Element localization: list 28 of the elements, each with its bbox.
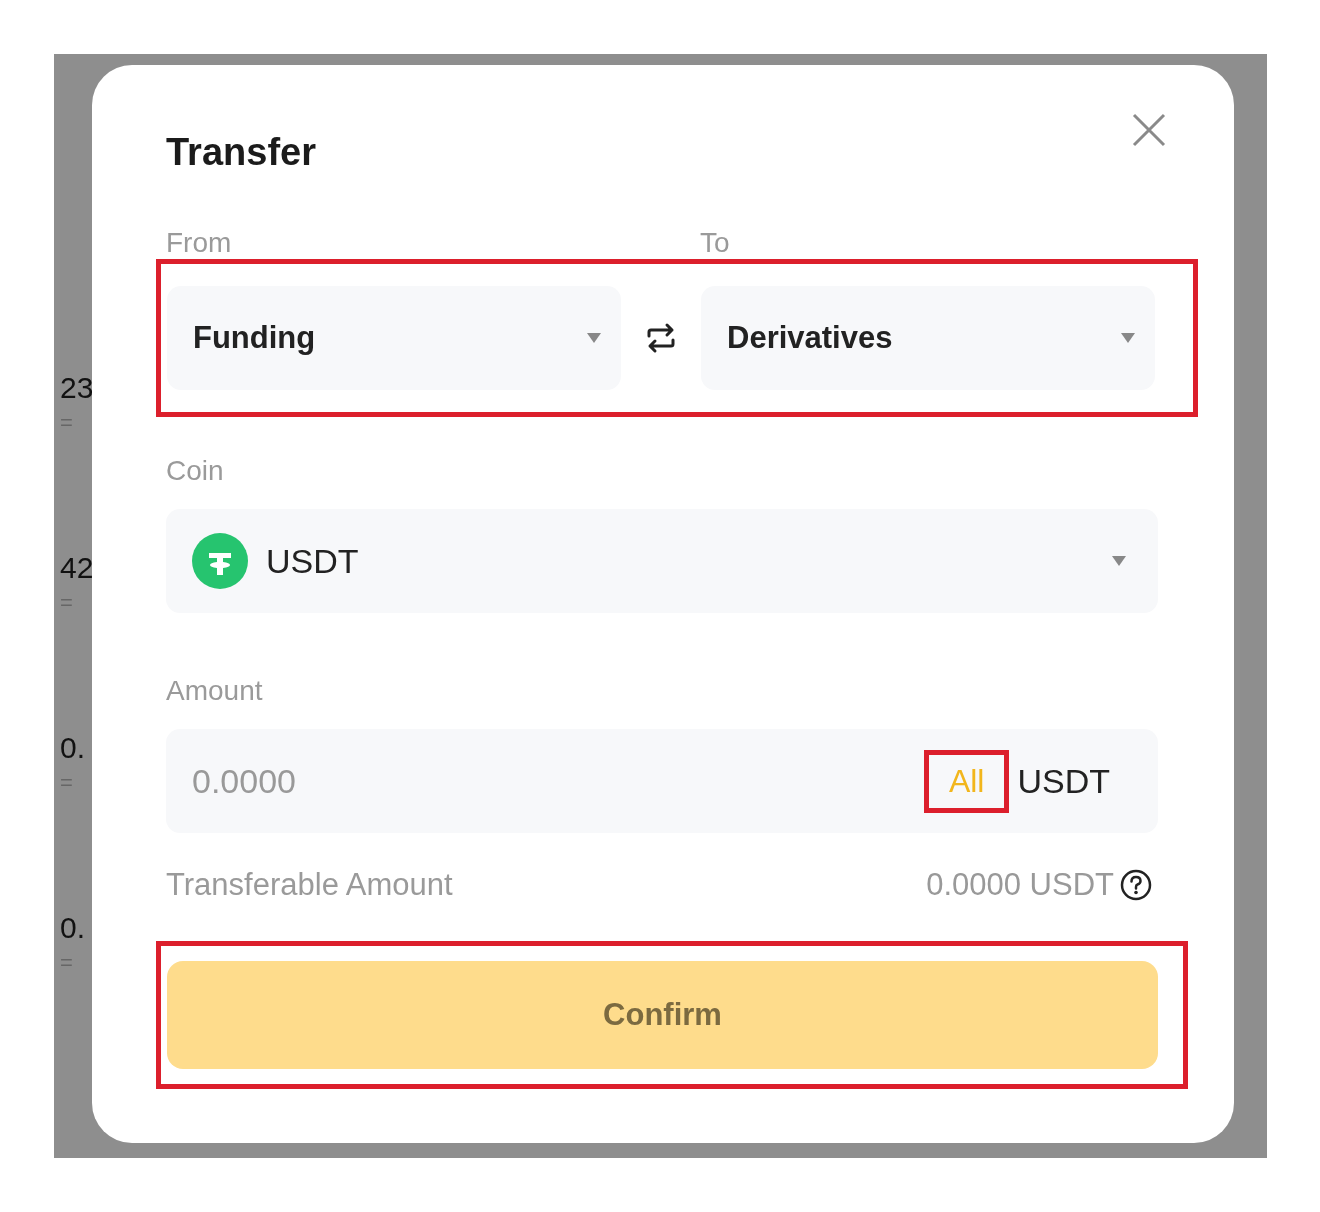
coin-dropdown[interactable]: USDT bbox=[166, 509, 1158, 613]
confirm-button[interactable]: Confirm bbox=[167, 961, 1158, 1069]
coin-icon bbox=[192, 533, 248, 589]
balance-sub: = bbox=[60, 409, 74, 437]
coin-label: Coin bbox=[166, 455, 225, 487]
transferable-label: Transferable Amount bbox=[166, 867, 454, 903]
amount-label: Amount bbox=[166, 675, 264, 707]
transferable-value: 0.0000 USDT bbox=[926, 867, 1114, 903]
caret-icon bbox=[587, 333, 601, 343]
balance-sub: = bbox=[60, 949, 74, 977]
balance-sub: = bbox=[60, 589, 74, 617]
caret-icon bbox=[1112, 556, 1126, 566]
balance-value: 0. bbox=[60, 910, 87, 946]
balance-value: 42 bbox=[60, 550, 92, 586]
from-dropdown[interactable]: Funding bbox=[167, 286, 621, 390]
help-icon[interactable] bbox=[1120, 869, 1152, 901]
balance-value: 0. bbox=[60, 730, 87, 766]
from-label: From bbox=[166, 227, 233, 259]
to-dropdown[interactable]: Derivatives bbox=[701, 286, 1155, 390]
balance-sub: = bbox=[60, 769, 74, 797]
dialog-title: Transfer bbox=[166, 130, 316, 174]
unit-label: USDT bbox=[1017, 761, 1110, 801]
balance-value: 23 bbox=[60, 370, 92, 406]
close-icon[interactable] bbox=[1132, 113, 1166, 147]
caret-icon bbox=[1121, 333, 1135, 343]
swap-icon[interactable] bbox=[645, 322, 677, 354]
amount-field[interactable]: 0.0000 All USDT bbox=[166, 729, 1158, 833]
to-label: To bbox=[700, 227, 730, 259]
